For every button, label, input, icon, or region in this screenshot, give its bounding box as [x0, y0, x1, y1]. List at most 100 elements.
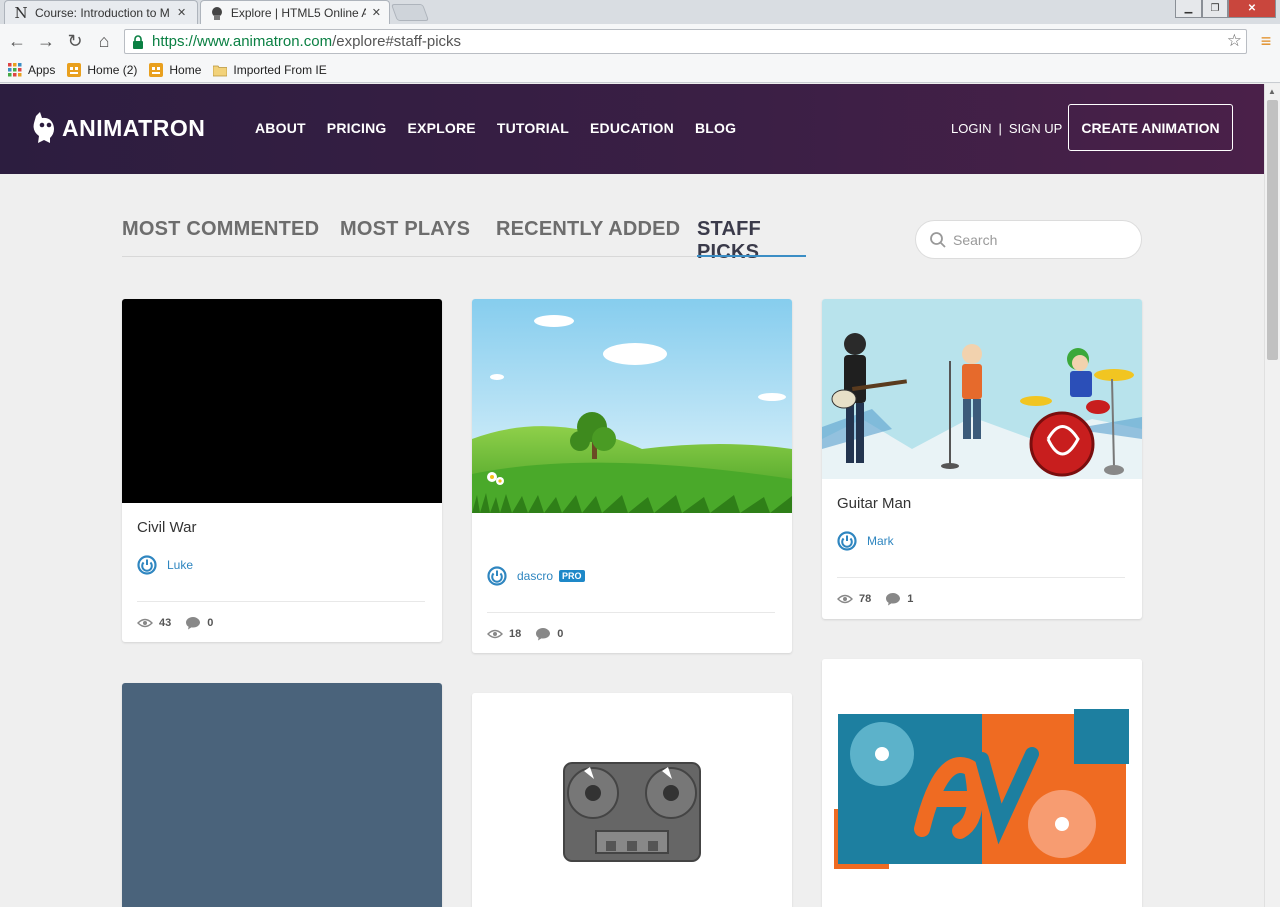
- animatron-mascot-icon: [33, 112, 54, 143]
- card-divider: [837, 577, 1125, 578]
- tab-most-commented[interactable]: MOST COMMENTED: [122, 218, 319, 241]
- search-input[interactable]: Search: [915, 220, 1142, 259]
- browser-tab-course[interactable]: N Course: Introduction to M ✕: [4, 0, 198, 24]
- comments-count: 0: [557, 628, 564, 640]
- restore-button[interactable]: ❐: [1202, 0, 1228, 18]
- home-icon[interactable]: ⌂: [93, 30, 115, 52]
- animatron-favicon-icon: [209, 5, 225, 21]
- nav-item-about[interactable]: ABOUT: [255, 120, 306, 136]
- tab-recently-added[interactable]: RECENTLY ADDED: [496, 218, 680, 241]
- chrome-menu-icon[interactable]: ≡: [1255, 30, 1277, 52]
- tab-staff-picks[interactable]: STAFF PICKS: [697, 218, 806, 264]
- card-author[interactable]: Mark: [837, 531, 894, 551]
- tab-most-plays[interactable]: MOST PLAYS: [340, 218, 470, 241]
- reload-icon[interactable]: ↻: [64, 30, 86, 52]
- scroll-up-icon[interactable]: ▲: [1268, 87, 1276, 96]
- close-icon[interactable]: ✕: [177, 6, 186, 19]
- card-author[interactable]: Luke: [137, 555, 193, 575]
- comment-bubble-icon: [886, 593, 901, 606]
- av-logo-thumbnail[interactable]: [822, 659, 1142, 907]
- views-stat: 43: [137, 617, 171, 629]
- landscape-thumbnail[interactable]: [472, 299, 792, 513]
- bookmark-favicon-icon: [149, 63, 164, 77]
- author-name: Mark: [867, 534, 894, 548]
- animation-card-landscape[interactable]: dascro PRO 18 0: [472, 299, 792, 653]
- animation-thumbnail[interactable]: [122, 299, 442, 503]
- lock-icon: [131, 34, 145, 49]
- bookmark-home[interactable]: Home: [149, 63, 201, 77]
- card-stats: 18 0: [487, 627, 577, 641]
- views-stat: 18: [487, 628, 521, 640]
- comments-stat: 1: [885, 592, 913, 606]
- author-name: Luke: [167, 558, 194, 572]
- search-placeholder: Search: [953, 231, 998, 248]
- apps-grid-icon: [8, 63, 22, 77]
- tape-recorder-thumbnail[interactable]: [472, 693, 792, 907]
- nav-item-explore[interactable]: EXPLORE: [408, 120, 476, 136]
- close-window-button[interactable]: ✕: [1228, 0, 1276, 18]
- signup-link[interactable]: SIGN UP: [1009, 121, 1062, 136]
- animatron-logo[interactable]: ANIMATRON: [30, 112, 205, 144]
- author-avatar-icon: [137, 555, 157, 575]
- browser-tabstrip: N Course: Introduction to M ✕ Explore | …: [0, 0, 1280, 24]
- card-title[interactable]: Civil War: [137, 519, 196, 536]
- page-viewport: ANIMATRON ABOUT PRICING EXPLORE TUTORIAL…: [0, 84, 1264, 907]
- card-divider: [137, 601, 425, 602]
- url-path: /explore#staff-picks: [332, 33, 462, 50]
- close-icon[interactable]: ✕: [372, 6, 381, 19]
- animation-thumbnail[interactable]: [122, 683, 442, 907]
- bookmark-star-icon[interactable]: ☆: [1227, 31, 1242, 51]
- author-avatar-icon: [487, 566, 507, 586]
- card-title[interactable]: Guitar Man: [837, 495, 911, 512]
- address-bar[interactable]: https://www.animatron.com /explore#staff…: [124, 29, 1247, 54]
- card-divider: [487, 612, 775, 613]
- active-tab-indicator: [697, 255, 806, 257]
- filter-tabs: MOST COMMENTED MOST PLAYS RECENTLY ADDED…: [122, 214, 806, 263]
- bookmark-home-2[interactable]: Home (2): [67, 63, 137, 77]
- bookmark-label: Home (2): [87, 63, 138, 77]
- bookmark-apps[interactable]: Apps: [8, 63, 55, 77]
- animation-card-guitar-man[interactable]: Guitar Man Mark 78 1: [822, 299, 1142, 619]
- band-thumbnail[interactable]: [822, 299, 1142, 479]
- nav-item-pricing[interactable]: PRICING: [327, 120, 387, 136]
- auth-separator: |: [998, 121, 1002, 136]
- create-animation-button[interactable]: CREATE ANIMATION: [1068, 104, 1233, 151]
- login-link[interactable]: LOGIN: [951, 121, 991, 136]
- animation-card-tape-recorder[interactable]: [472, 693, 792, 907]
- nav-item-blog[interactable]: BLOG: [695, 120, 736, 136]
- new-tab-button[interactable]: [390, 4, 430, 21]
- views-count: 18: [509, 628, 522, 640]
- animation-card-av[interactable]: [822, 659, 1142, 907]
- minimize-button[interactable]: ▁: [1175, 0, 1202, 18]
- folder-icon: [213, 65, 228, 77]
- eye-icon: [487, 629, 503, 639]
- auth-links: LOGIN | SIGN UP: [951, 121, 1062, 136]
- comments-count: 0: [207, 617, 214, 629]
- page-scrollbar[interactable]: ▲: [1264, 84, 1280, 907]
- card-stats: 43 0: [137, 616, 227, 630]
- comment-bubble-icon: [536, 628, 551, 641]
- animation-card-civil-war[interactable]: Civil War Luke 43 0: [122, 299, 442, 642]
- main-nav: ABOUT PRICING EXPLORE TUTORIAL EDUCATION…: [255, 120, 757, 136]
- tab-title: Course: Introduction to M: [35, 5, 170, 20]
- pro-badge: PRO: [559, 570, 585, 582]
- card-author[interactable]: dascro PRO: [487, 566, 585, 586]
- views-count: 43: [159, 617, 172, 629]
- scrollbar-thumb[interactable]: [1267, 100, 1278, 360]
- views-count: 78: [859, 593, 872, 605]
- animation-card-blue[interactable]: [122, 683, 442, 907]
- back-icon[interactable]: ←: [6, 30, 28, 52]
- logo-text: ANIMATRON: [62, 114, 206, 141]
- browser-tab-explore[interactable]: Explore | HTML5 Online A ✕: [200, 0, 390, 24]
- forward-icon[interactable]: →: [35, 30, 57, 52]
- search-icon: [930, 231, 946, 248]
- nav-item-tutorial[interactable]: TUTORIAL: [497, 120, 569, 136]
- bookmark-label: Apps: [28, 63, 56, 77]
- bookmark-imported-from-ie[interactable]: Imported From IE: [213, 63, 327, 77]
- comments-stat: 0: [535, 627, 563, 641]
- author-avatar-icon: [837, 531, 857, 551]
- tab-title: Explore | HTML5 Online A: [230, 5, 366, 20]
- nav-item-education[interactable]: EDUCATION: [590, 120, 674, 136]
- comments-count: 1: [907, 593, 914, 605]
- site-header: ANIMATRON ABOUT PRICING EXPLORE TUTORIAL…: [0, 84, 1264, 174]
